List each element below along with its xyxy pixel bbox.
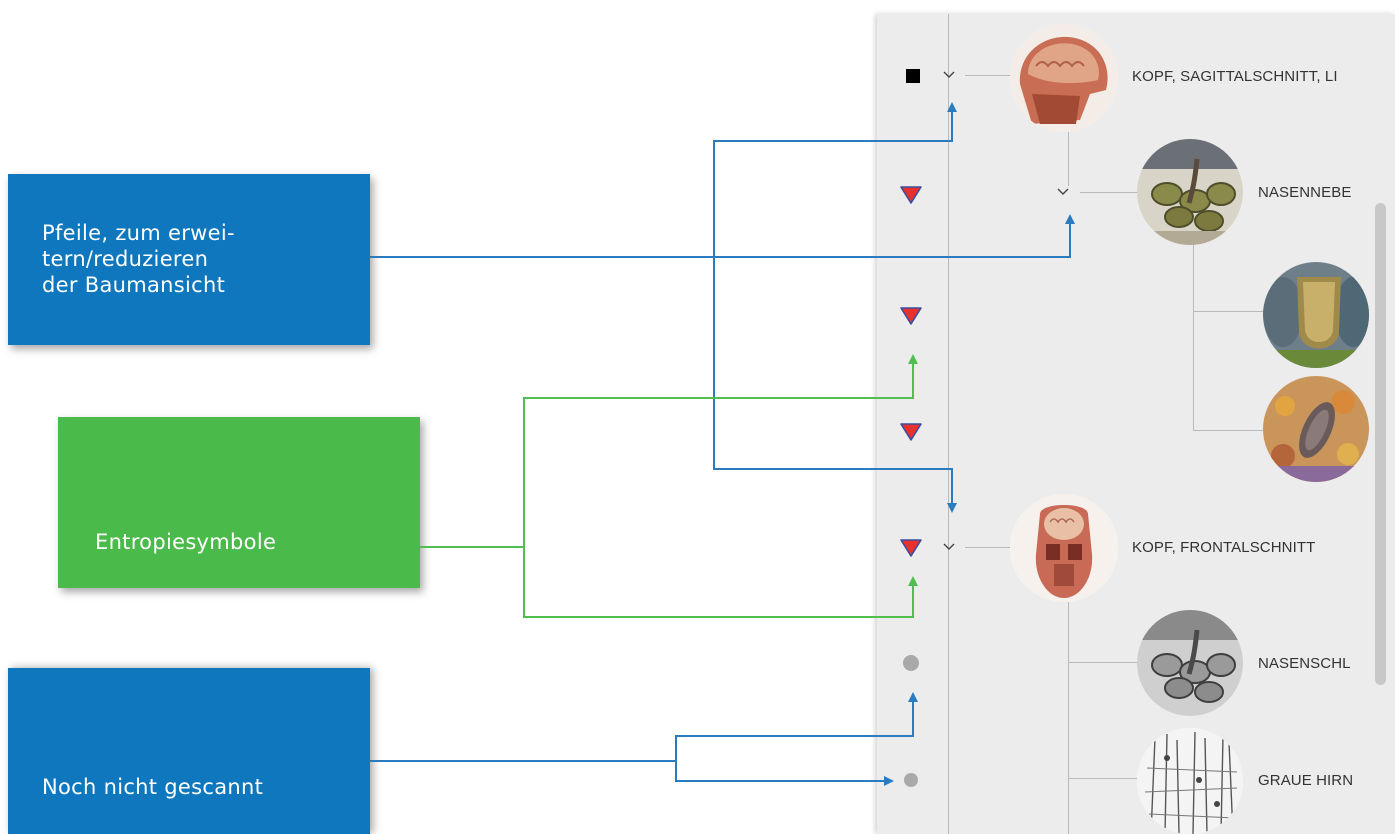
callout-connectors [370,102,1075,786]
arrowhead-icon [908,692,918,702]
arrowhead-icon [947,102,957,112]
connector-line [523,547,914,618]
arrowhead-icon [1065,214,1075,224]
connector-line [370,700,914,762]
arrowhead-icon [908,576,918,586]
connector-line [675,761,886,782]
arrowhead-icon [884,776,894,786]
arrowhead-icon [947,503,957,513]
connector-line [713,110,953,505]
connector-line [523,362,914,617]
connector-line [370,222,1071,258]
arrowhead-icon [908,354,918,364]
